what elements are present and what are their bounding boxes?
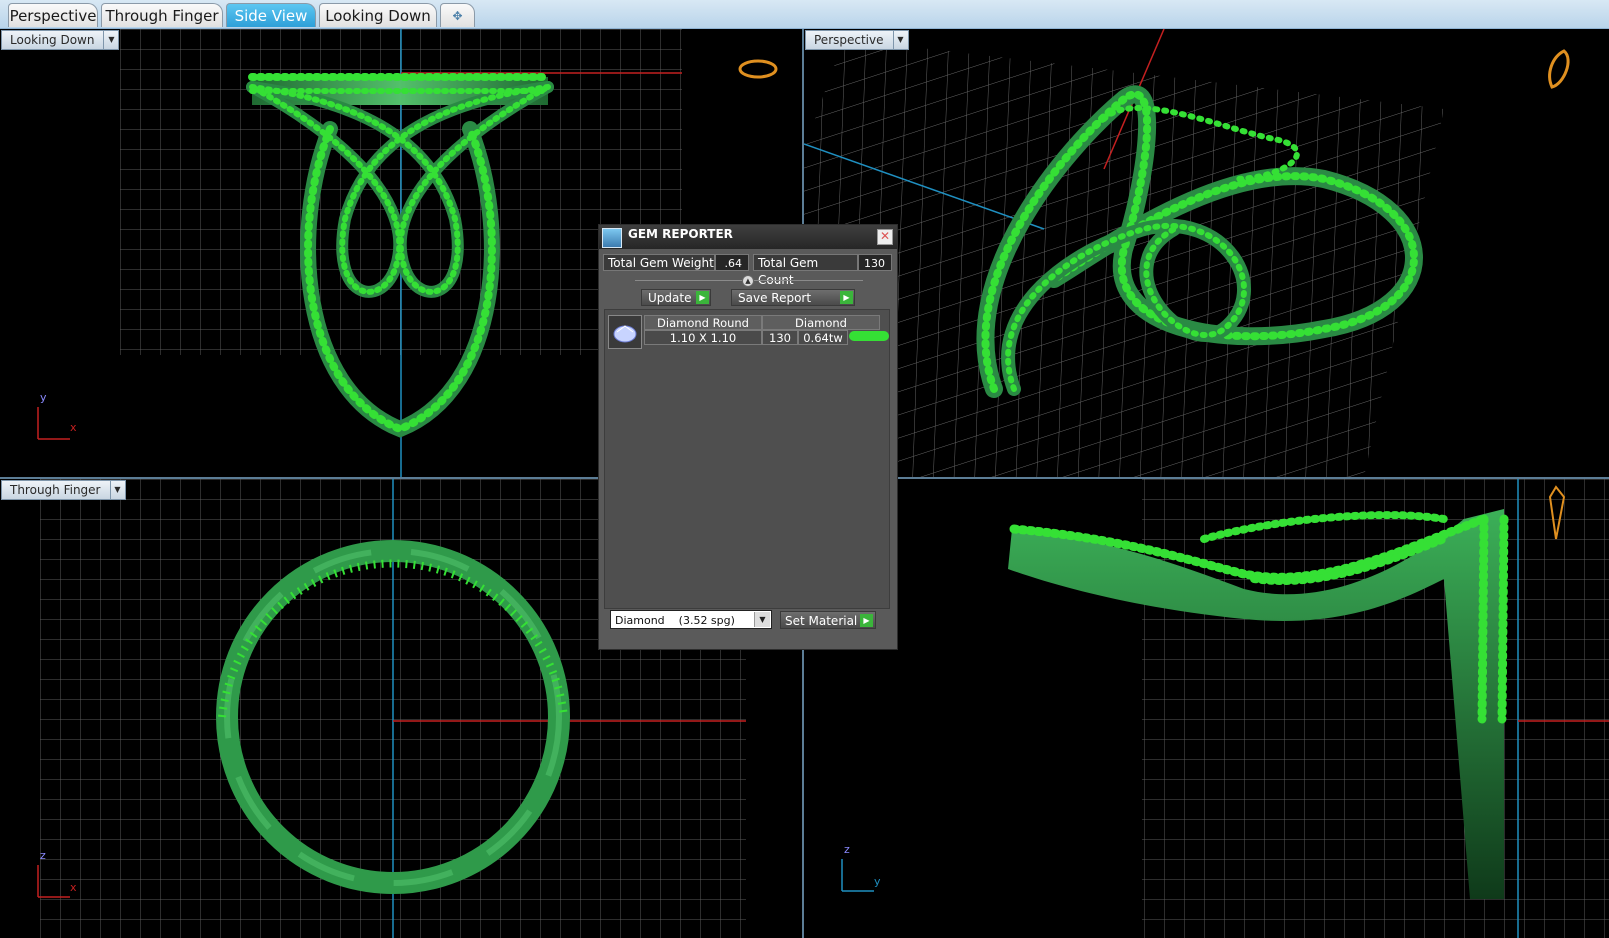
axis-label-y: y xyxy=(40,391,47,404)
tab-side-view[interactable]: Side View xyxy=(226,3,316,27)
save-report-button[interactable]: Save Report ▶ xyxy=(731,289,855,306)
play-arrow-icon: ▶ xyxy=(840,291,853,304)
update-button[interactable]: Update ▶ xyxy=(641,289,711,306)
viewport-label-looking-down[interactable]: Looking Down ▼ xyxy=(1,30,120,50)
viewport-label-through-finger[interactable]: Through Finger ▼ xyxy=(1,480,126,500)
set-material-button-label: Set Material xyxy=(785,614,858,628)
ring-thumbnail-icon xyxy=(738,59,778,79)
total-gem-weight-label: Total Gem Weight xyxy=(603,254,715,271)
gem-count-cell: 130 xyxy=(762,330,798,345)
total-gem-weight-value: .64 xyxy=(715,254,749,271)
tab-looking-down[interactable]: Looking Down xyxy=(319,3,437,27)
tab-through-finger[interactable]: Through Finger xyxy=(101,3,223,27)
axis-label-x: x xyxy=(70,881,77,894)
close-icon[interactable]: ✕ xyxy=(877,229,893,245)
gem-shape-cell: Diamond Round xyxy=(644,315,762,330)
dropdown-arrow-icon: ▼ xyxy=(892,31,908,49)
gem-reporter-app-icon xyxy=(602,228,622,248)
perspective-render xyxy=(804,29,1570,477)
gem-weight-cell: 0.64tw xyxy=(798,330,848,345)
collapse-toggle-icon[interactable]: ▲ xyxy=(742,275,754,287)
side-view-render xyxy=(841,479,1609,938)
dropdown-arrow-icon: ▼ xyxy=(103,31,118,49)
viewport-label-perspective[interactable]: Perspective ▼ xyxy=(805,30,909,50)
dropdown-arrow-icon: ▼ xyxy=(754,612,770,627)
view-tab-bar: Perspective Through Finger Side View Loo… xyxy=(0,0,1609,29)
viewport-perspective[interactable]: Perspective ▼ xyxy=(804,29,1609,477)
total-gem-count-label: Total Gem Count xyxy=(753,254,858,287)
tab-perspective[interactable]: Perspective xyxy=(8,3,98,27)
gem-reporter-dialog: GEM REPORTER ✕ Total Gem Weight .64 Tota… xyxy=(598,224,898,650)
gem-size-cell: 1.10 X 1.10 xyxy=(644,330,762,345)
ring-thumbnail-icon xyxy=(1548,49,1570,89)
save-report-button-label: Save Report xyxy=(738,291,812,305)
dialog-title: GEM REPORTER xyxy=(628,227,733,241)
gem-list xyxy=(604,309,890,609)
add-view-tab-icon[interactable]: ✥ xyxy=(440,3,475,27)
axis-label-z: z xyxy=(40,849,46,862)
axis-label-x: x xyxy=(70,421,77,434)
total-gem-count-value: 130 xyxy=(858,254,892,271)
set-material-button[interactable]: Set Material ▶ xyxy=(780,611,876,629)
viewport-label-text: Perspective xyxy=(814,33,884,47)
play-arrow-icon: ▶ xyxy=(860,614,873,627)
material-select-value: Diamond (3.52 spg) xyxy=(615,614,735,627)
diamond-icon xyxy=(608,315,642,349)
dropdown-arrow-icon: ▼ xyxy=(109,481,125,499)
viewport-label-text: Looking Down xyxy=(10,33,95,47)
axis-label-y: y xyxy=(874,875,881,888)
update-button-label: Update xyxy=(648,291,692,305)
axis-label-z: z xyxy=(844,843,850,856)
material-select[interactable]: Diamond (3.52 spg) ▼ xyxy=(610,610,772,629)
viewport-side-view[interactable]: z y xyxy=(804,479,1609,938)
dialog-title-bar[interactable]: GEM REPORTER ✕ xyxy=(599,225,897,249)
viewport-label-text: Through Finger xyxy=(10,483,101,497)
gem-color-swatch[interactable] xyxy=(849,331,889,341)
gem-material-cell: Diamond xyxy=(762,315,880,330)
play-arrow-icon: ▶ xyxy=(696,291,709,304)
